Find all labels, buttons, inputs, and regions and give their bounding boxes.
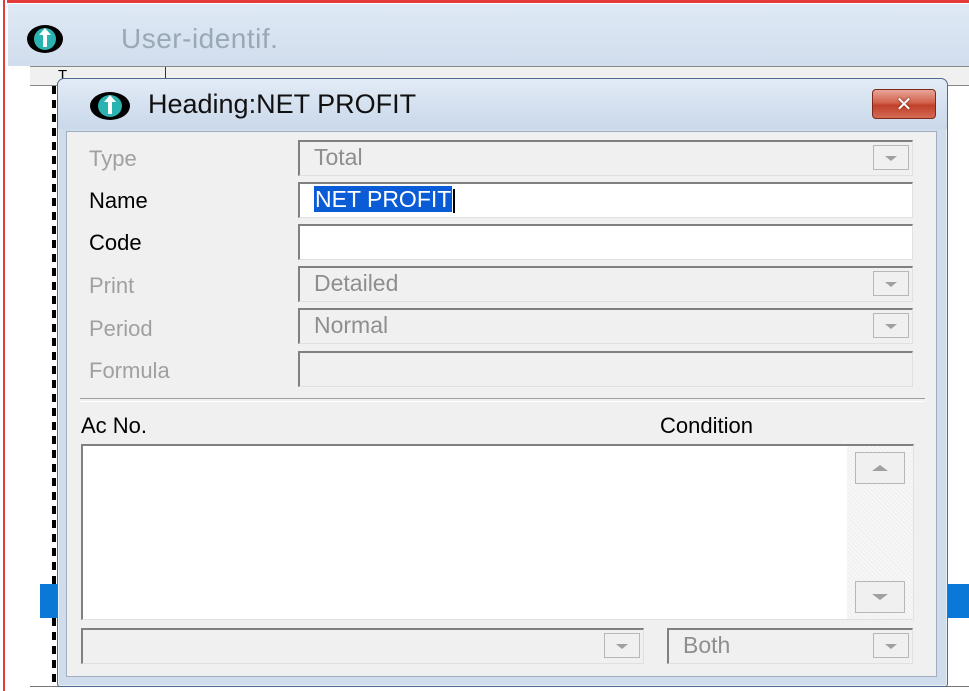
type-combo-value: Total [314,144,363,170]
condition-dropdown-button[interactable] [873,633,909,658]
formula-field[interactable] [298,351,913,387]
dialog-info-icon [89,91,131,126]
code-field[interactable] [298,224,913,260]
print-label: Print [89,273,135,298]
chevron-down-icon [616,643,628,649]
type-dropdown-button[interactable] [873,145,909,170]
scroll-up-button[interactable] [855,452,905,484]
condition-combo-value: Both [683,632,731,658]
chevron-down-icon [885,281,897,287]
account-combo[interactable] [81,628,644,664]
account-dropdown-button[interactable] [604,633,640,658]
scroll-down-button[interactable] [855,581,905,613]
formula-label: Formula [89,358,170,383]
outer-frame-top-border [0,0,969,3]
name-field[interactable]: NET PROFIT [298,182,913,218]
code-label: Code [89,230,142,255]
chevron-down-icon [885,643,897,649]
scroll-up-icon [872,465,888,471]
ac-no-column-header: Ac No. [81,413,148,438]
close-icon: ✕ [895,92,913,116]
outer-frame-left-border [0,0,7,691]
print-combo[interactable]: Detailed [298,266,913,302]
listbox-vertical-scrollbar[interactable] [847,446,913,619]
dialog-client-area: Type Total Name NET PROFIT Code Print De… [66,131,937,677]
heading-dialog: Heading:NET PROFIT ✕ Type Total Name NET… [57,78,948,687]
name-label: Name [89,188,148,213]
scroll-down-icon [872,594,888,600]
name-field-value: NET PROFIT [314,186,453,212]
chevron-down-icon [885,323,897,329]
accounts-listbox[interactable] [81,444,914,620]
dialog-titlebar[interactable]: Heading:NET PROFIT ✕ [58,79,947,129]
period-combo-value: Normal [314,312,389,338]
condition-combo[interactable]: Both [667,628,913,664]
parent-titlebar[interactable]: User-identif. [8,4,969,75]
parent-window-title: User-identif. [121,23,279,54]
close-button[interactable]: ✕ [872,89,936,119]
period-dropdown-button[interactable] [873,313,909,338]
type-combo[interactable]: Total [298,140,913,176]
print-dropdown-button[interactable] [873,271,909,296]
chevron-down-icon [885,155,897,161]
period-label: Period [89,316,153,341]
print-combo-value: Detailed [314,270,399,296]
text-caret [453,188,456,213]
dialog-title: Heading:NET PROFIT [148,89,417,119]
app-info-icon [26,24,64,59]
section-separator [80,398,925,402]
condition-column-header: Condition [660,413,753,438]
screen: User-identif. T Heading:NET PROFIT ✕ Typ… [0,0,969,691]
type-label: Type [89,146,137,171]
period-combo[interactable]: Normal [298,308,913,344]
